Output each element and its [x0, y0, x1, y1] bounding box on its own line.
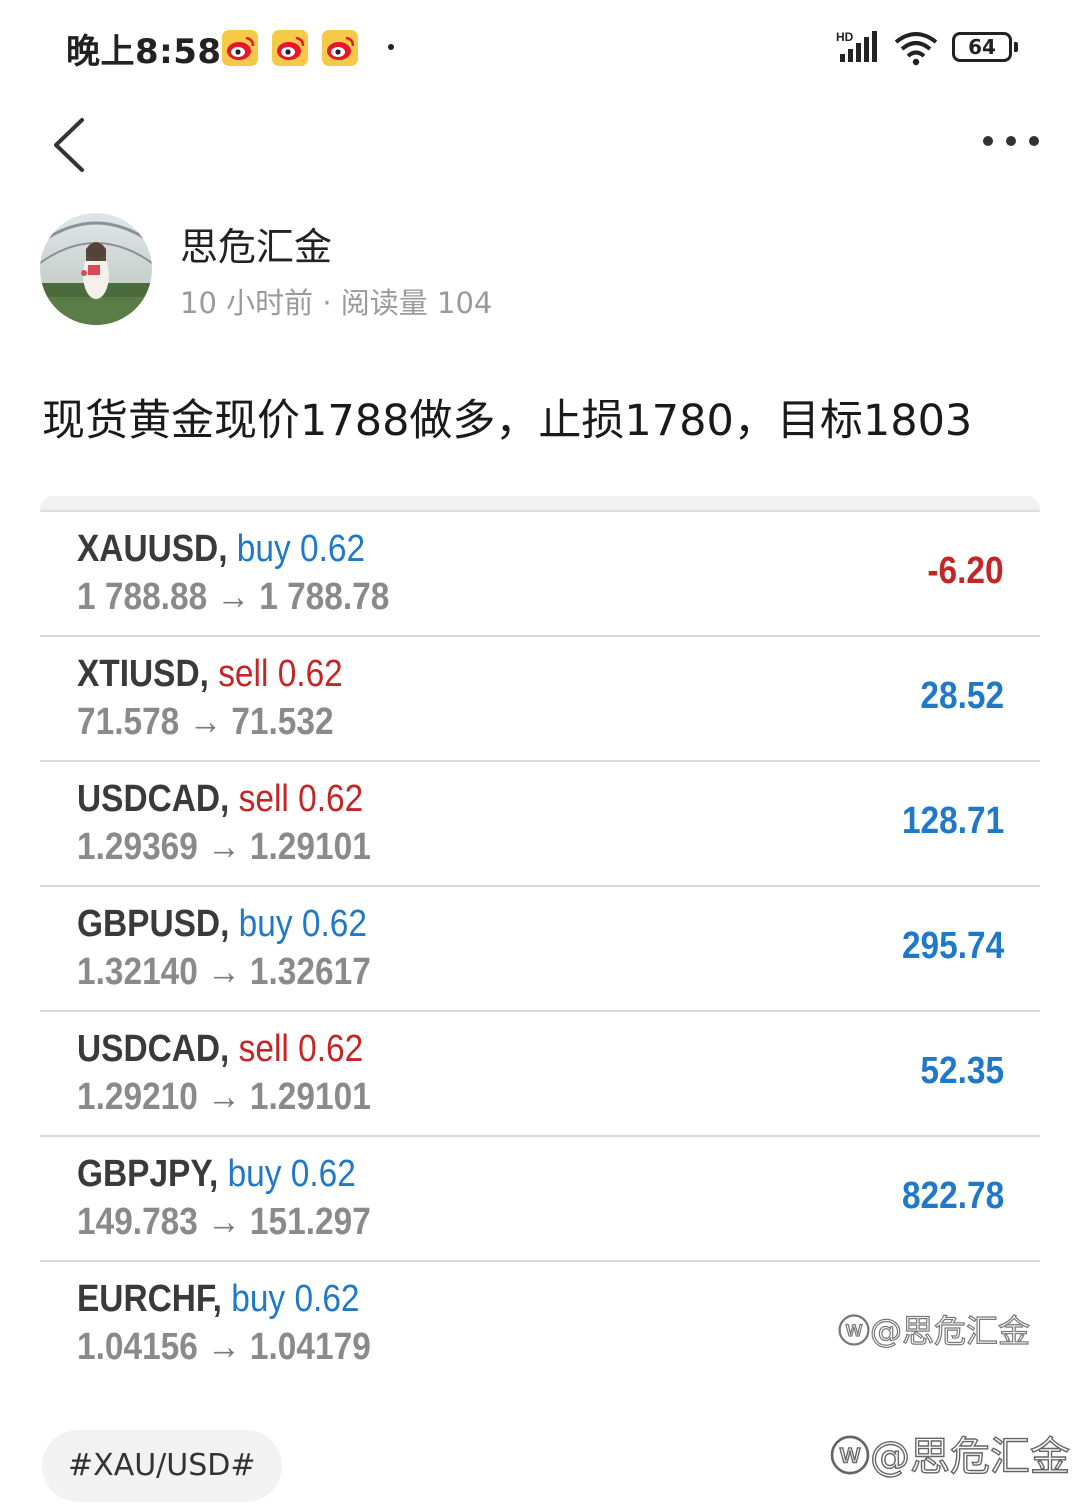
- arrow-right-icon: →: [188, 701, 223, 743]
- close-price: 71.532: [231, 701, 334, 743]
- trade-profit: 822.78: [901, 1175, 1004, 1217]
- trade-profit: 52.35: [920, 1050, 1004, 1092]
- close-price: 1.29101: [249, 826, 371, 868]
- trade-volume: 0.62: [301, 903, 367, 945]
- arrow-right-icon: →: [216, 576, 250, 618]
- more-horizontal-icon: [983, 136, 1039, 146]
- watermark-text: @思危汇金: [869, 1311, 1030, 1350]
- trade-side: sell: [238, 778, 289, 820]
- trade-prices: 1.29369 → 1.29101: [77, 826, 371, 869]
- close-price: 1.04179: [249, 1326, 371, 1368]
- arrow-right-icon: →: [207, 826, 241, 868]
- weibo-logo-icon: ⓦ: [837, 1311, 870, 1350]
- trade-profit: -6.20: [927, 550, 1004, 592]
- close-price: 1.29101: [249, 1076, 371, 1118]
- trade-title: GBPUSD, buy 0.62: [77, 903, 367, 946]
- weibo-icon: [222, 30, 258, 66]
- trade-row: GBPJPY, buy 0.62 149.783 → 151.297 822.7…: [40, 1135, 1040, 1262]
- open-price: 1 788.88: [77, 576, 208, 618]
- trade-prices: 1 788.88 → 1 788.78: [77, 576, 389, 619]
- trade-row: XAUUSD, buy 0.62 1 788.88 → 1 788.78 -6.…: [40, 510, 1040, 637]
- trade-prices: 1.32140 → 1.32617: [77, 951, 371, 994]
- watermark-text: @思危汇金: [869, 1433, 1070, 1480]
- trade-title: EURCHF, buy 0.62: [77, 1278, 360, 1321]
- trade-row: USDCAD, sell 0.62 1.29369 → 1.29101 128.…: [40, 760, 1040, 887]
- weibo-logo-icon: ⓦ: [829, 1433, 870, 1480]
- status-time: 晚上8:58: [66, 32, 222, 72]
- trade-side: buy: [227, 1153, 282, 1195]
- trade-symbol: GBPUSD,: [77, 903, 230, 945]
- trade-volume: 0.62: [298, 1028, 364, 1070]
- post-text: 现货黄金现价1788做多，止损1780，目标1803: [42, 396, 973, 446]
- trade-volume: 0.62: [298, 778, 364, 820]
- image-watermark: ⓦ@思危汇金: [837, 1306, 1030, 1352]
- close-price: 1 788.78: [259, 576, 390, 618]
- close-price: 1.32617: [249, 951, 371, 993]
- arrow-right-icon: →: [207, 1076, 241, 1118]
- post-meta: 10 小时前 · 阅读量 104: [180, 286, 493, 320]
- open-price: 1.29369: [77, 826, 198, 868]
- trade-screenshot-image[interactable]: XAUUSD, buy 0.62 1 788.88 → 1 788.78 -6.…: [40, 496, 1040, 1386]
- trade-title: USDCAD, sell 0.62: [77, 1028, 363, 1071]
- trade-row: XTIUSD, sell 0.62 71.578 → 71.532 28.52: [40, 635, 1040, 762]
- network-label: HD: [836, 30, 854, 44]
- trade-profit: 295.74: [901, 925, 1004, 967]
- trade-prices: 71.578 → 71.532: [77, 701, 334, 744]
- trade-volume: 0.62: [277, 653, 343, 695]
- author-name[interactable]: 思危汇金: [180, 216, 332, 271]
- trade-prices: 149.783 → 151.297: [77, 1201, 371, 1244]
- arrow-right-icon: →: [207, 951, 241, 993]
- weibo-icon: [272, 30, 308, 66]
- page-watermark: ⓦ@思危汇金: [829, 1424, 1070, 1482]
- trade-title: XTIUSD, sell 0.62: [77, 653, 343, 696]
- trade-row: GBPUSD, buy 0.62 1.32140 → 1.32617 295.7…: [40, 885, 1040, 1012]
- open-price: 71.578: [77, 701, 180, 743]
- back-button[interactable]: [44, 112, 104, 178]
- notification-dot-icon: [388, 44, 394, 50]
- trade-side: buy: [238, 903, 293, 945]
- trade-volume: 0.62: [290, 1153, 356, 1195]
- chevron-left-icon: [54, 118, 84, 172]
- trade-title: XAUUSD, buy 0.62: [77, 528, 365, 571]
- battery-icon: 64: [952, 32, 1018, 62]
- avatar[interactable]: [40, 213, 152, 325]
- trade-side: buy: [236, 528, 291, 570]
- trade-side: sell: [238, 1028, 289, 1070]
- trade-title: USDCAD, sell 0.62: [77, 778, 363, 821]
- topic-tag[interactable]: #XAU/USD#: [42, 1430, 282, 1502]
- trade-prices: 1.04156 → 1.04179: [77, 1326, 371, 1369]
- weibo-icon: [322, 30, 358, 66]
- trade-symbol: XTIUSD,: [77, 653, 209, 695]
- trade-row: USDCAD, sell 0.62 1.29210 → 1.29101 52.3…: [40, 1010, 1040, 1137]
- trade-symbol: USDCAD,: [77, 1028, 230, 1070]
- trade-volume: 0.62: [294, 1278, 360, 1320]
- trade-symbol: EURCHF,: [77, 1278, 222, 1320]
- signal-icon: HD: [836, 30, 884, 68]
- trade-symbol: GBPJPY,: [77, 1153, 219, 1195]
- open-price: 1.32140: [77, 951, 198, 993]
- trade-prices: 1.29210 → 1.29101: [77, 1076, 371, 1119]
- trade-profit: 28.52: [920, 675, 1004, 717]
- arrow-right-icon: →: [207, 1326, 241, 1368]
- trade-title: GBPJPY, buy 0.62: [77, 1153, 356, 1196]
- open-price: 1.29210: [77, 1076, 198, 1118]
- arrow-right-icon: →: [207, 1201, 241, 1243]
- more-button[interactable]: [976, 126, 1046, 156]
- wifi-icon: [893, 30, 939, 70]
- close-price: 151.297: [249, 1201, 371, 1243]
- trade-volume: 0.62: [300, 528, 366, 570]
- open-price: 149.783: [77, 1201, 198, 1243]
- trade-symbol: USDCAD,: [77, 778, 230, 820]
- trade-side: buy: [231, 1278, 286, 1320]
- trade-side: sell: [218, 653, 269, 695]
- trade-symbol: XAUUSD,: [77, 528, 228, 570]
- open-price: 1.04156: [77, 1326, 198, 1368]
- status-bar: 晚上8:58 HD 64: [0, 0, 1080, 96]
- trade-profit: 128.71: [901, 800, 1004, 842]
